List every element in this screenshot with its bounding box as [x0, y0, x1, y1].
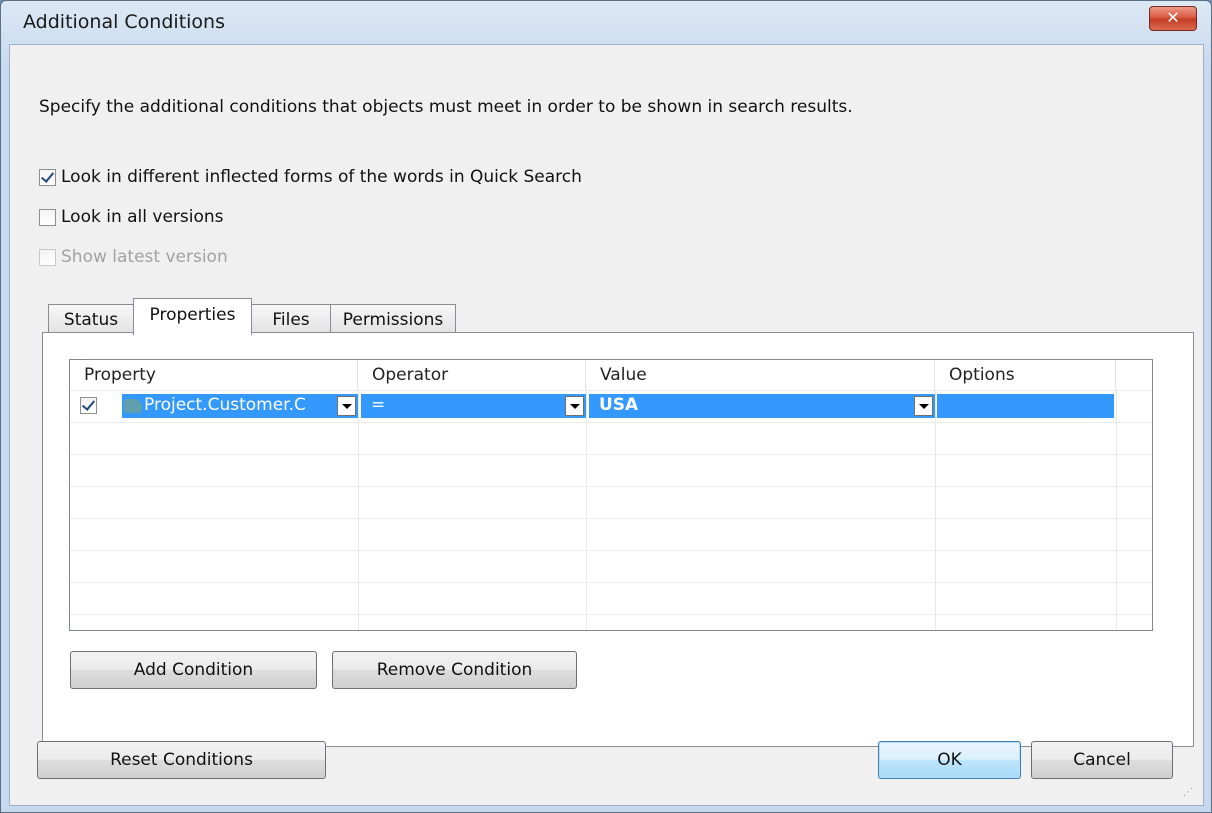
column-header-value[interactable]: Value: [586, 360, 935, 390]
tab-files[interactable]: Files: [251, 304, 331, 334]
grid-line: [70, 582, 1152, 583]
option-inflected-forms[interactable]: Look in different inflected forms of the…: [39, 167, 582, 187]
property-dropdown-arrow[interactable]: [337, 396, 356, 416]
close-button[interactable]: ✕: [1149, 6, 1197, 31]
description-text: Specify the additional conditions that o…: [39, 97, 853, 117]
property-cell[interactable]: Project.Customer.C: [122, 394, 358, 418]
property-value: Project.Customer.C: [144, 395, 306, 415]
latest-version-label: Show latest version: [61, 247, 228, 267]
column-header-options[interactable]: Options: [935, 360, 1116, 390]
remove-condition-button[interactable]: Remove Condition: [332, 651, 577, 689]
grid-line: [935, 390, 936, 630]
reset-conditions-button[interactable]: Reset Conditions: [37, 741, 326, 779]
ok-button[interactable]: OK: [878, 741, 1021, 779]
grid-line: [70, 454, 1152, 455]
operator-value: =: [371, 395, 386, 415]
all-versions-label: Look in all versions: [61, 207, 224, 227]
add-condition-button[interactable]: Add Condition: [70, 651, 317, 689]
close-icon: ✕: [1166, 8, 1180, 27]
dialog-body: Specify the additional conditions that o…: [9, 44, 1204, 806]
tab-status[interactable]: Status: [48, 304, 134, 334]
tab-permissions[interactable]: Permissions: [330, 304, 456, 334]
grid-line: [358, 390, 359, 630]
project-property-icon: [124, 399, 142, 413]
additional-conditions-dialog: Additional Conditions ✕ Specify the addi…: [0, 0, 1212, 813]
grid-line: [586, 390, 587, 630]
inflected-forms-checkbox[interactable]: [39, 168, 56, 186]
all-versions-checkbox[interactable]: [39, 208, 56, 226]
operator-dropdown-arrow[interactable]: [565, 396, 584, 416]
dialog-title: Additional Conditions: [23, 11, 225, 33]
value-text: USA: [599, 395, 639, 415]
option-latest-version: Show latest version: [39, 247, 228, 267]
value-cell[interactable]: USA: [589, 394, 935, 418]
value-dropdown-arrow[interactable]: [914, 396, 933, 416]
grid-line: [70, 486, 1152, 487]
grid-line: [70, 518, 1152, 519]
grid-line: [70, 390, 1152, 391]
option-all-versions[interactable]: Look in all versions: [39, 207, 224, 227]
row-enable-checkbox[interactable]: [80, 397, 97, 414]
resize-grip-icon[interactable]: ⋰: [1183, 787, 1195, 799]
title-bar[interactable]: Additional Conditions ✕: [1, 1, 1211, 45]
operator-cell[interactable]: =: [361, 394, 586, 418]
options-cell[interactable]: [937, 394, 1114, 418]
row-enable-checkbox-cell[interactable]: [80, 394, 100, 418]
properties-panel: Property Operator Value Options Project.…: [42, 332, 1194, 747]
grid-line: [1116, 390, 1117, 630]
grid-line: [70, 422, 1152, 423]
column-header-property[interactable]: Property: [70, 360, 358, 390]
latest-version-checkbox: [39, 248, 56, 266]
grid-line: [70, 550, 1152, 551]
grid-line: [70, 614, 1152, 615]
column-header-operator[interactable]: Operator: [358, 360, 586, 390]
inflected-forms-label: Look in different inflected forms of the…: [61, 167, 582, 187]
conditions-grid: Property Operator Value Options Project.…: [69, 359, 1153, 631]
tab-properties[interactable]: Properties: [133, 298, 252, 335]
cancel-button[interactable]: Cancel: [1031, 741, 1173, 779]
